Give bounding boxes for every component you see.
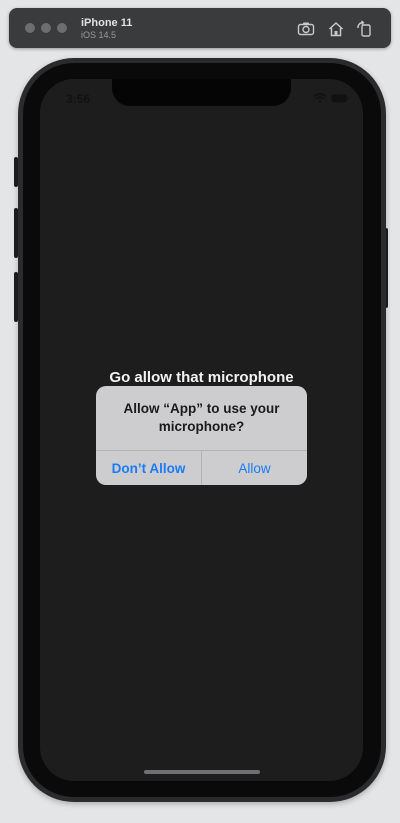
zoom-window-button[interactable] <box>57 23 67 33</box>
microphone-permission-alert: Allow “App” to use your microphone? Don’… <box>96 386 307 485</box>
battery-icon <box>331 94 349 102</box>
device-name: iPhone 11 <box>81 17 133 29</box>
alert-title: Allow “App” to use your microphone? <box>123 401 280 434</box>
wifi-icon <box>313 93 327 103</box>
device-screen: 3:56 Go allow that microphone Allow “App… <box>40 79 363 781</box>
home-indicator[interactable] <box>144 770 260 774</box>
allow-button[interactable]: Allow <box>202 451 307 485</box>
status-time: 3:56 <box>66 92 91 106</box>
simulator-toolbar: iPhone 11 iOS 14.5 <box>9 8 391 48</box>
notch <box>112 79 291 106</box>
rotate-device-icon[interactable] <box>355 20 373 38</box>
screenshot-icon[interactable] <box>297 20 315 38</box>
close-window-button[interactable] <box>25 23 35 33</box>
home-icon[interactable] <box>327 20 345 38</box>
dont-allow-button[interactable]: Don’t Allow <box>96 451 201 485</box>
status-icons <box>313 93 349 103</box>
app-headline: Go allow that microphone <box>109 369 294 386</box>
minimize-window-button[interactable] <box>41 23 51 33</box>
device-os-version: iOS 14.5 <box>81 30 117 40</box>
